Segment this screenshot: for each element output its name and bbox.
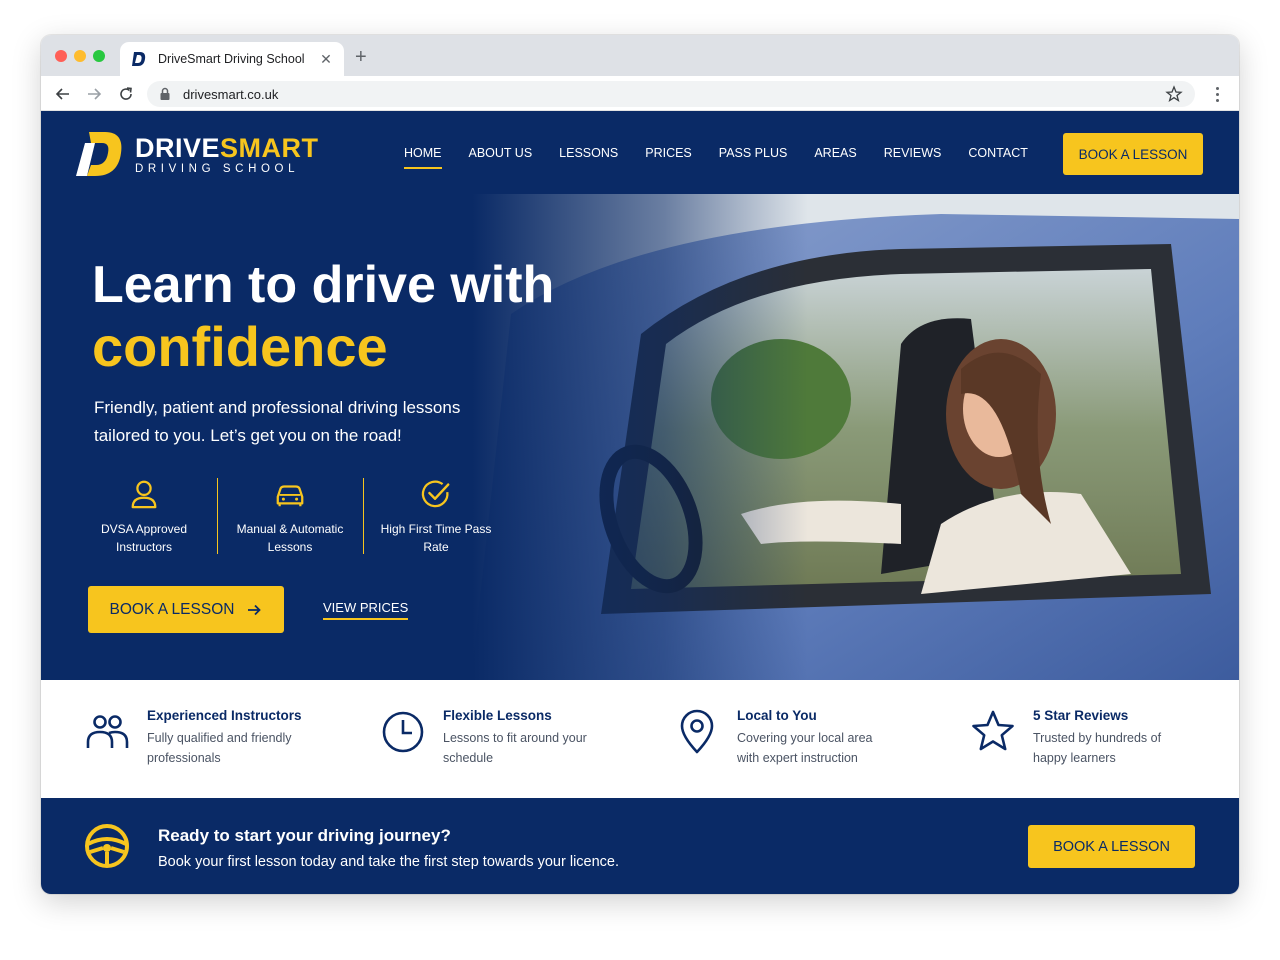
tab-bar: DriveSmart Driving School ✕ + [41,35,1239,76]
bookmark-star-icon[interactable] [1165,85,1183,103]
benefit-5-star-reviews: 5 Star Reviews Trusted by hundreds of ha… [969,708,1183,768]
nav-item-home[interactable]: HOME [404,146,442,169]
hero-book-lesson-label: BOOK A LESSON [109,600,235,618]
hero-headline-accent: confidence [92,315,388,378]
logo-subtitle: DRIVING SCHOOL [135,162,300,175]
tab-close-icon[interactable]: ✕ [318,51,334,68]
nav-item-prices[interactable]: PRICES [645,146,692,160]
benefit-desc: Lessons to fit around your schedule [443,731,587,765]
benefits-strip: Experienced Instructors Fully qualified … [41,680,1239,798]
tab-title: DriveSmart Driving School [158,52,305,66]
feature-dvsa: DVSA Approved Instructors [71,478,217,556]
browser-window: DriveSmart Driving School ✕ + drivesmart… [41,35,1239,894]
cta-band-subtitle: Book your first lesson today and take th… [158,854,620,870]
hero-book-lesson-button[interactable]: BOOK A LESSON [88,586,284,633]
benefit-local-to-you: Local to You Covering your local area wi… [673,708,887,768]
benefit-title: Local to You [737,708,817,723]
view-prices-link[interactable]: VIEW PRICES [323,600,409,620]
browser-tab[interactable]: DriveSmart Driving School ✕ [120,42,344,76]
people-icon [86,715,129,748]
hero-headline: Learn to drive with [92,256,555,314]
logo-name: DRIVESMART [135,132,319,163]
close-window-button[interactable] [55,50,67,62]
benefit-title: Flexible Lessons [443,708,552,723]
logo[interactable]: DRIVESMART DRIVING SCHOOL [75,131,319,177]
feature-label: Manual & Automatic Lessons [236,522,344,554]
location-pin-icon [680,709,714,754]
benefit-flexible-lessons: Flexible Lessons Lessons to fit around y… [379,708,593,768]
clock-icon [382,711,424,753]
feature-pass-rate: High First Time Pass Rate [363,478,509,556]
steering-wheel-icon [85,824,129,868]
benefit-title: Experienced Instructors [147,708,302,723]
reload-icon[interactable] [116,84,136,104]
website: DRIVESMART DRIVING SCHOOL HOME ABOUT US … [41,111,1239,894]
header-book-lesson-button[interactable]: BOOK A LESSON [1063,133,1203,175]
nav-item-about-us[interactable]: ABOUT US [469,146,533,160]
url-text: drivesmart.co.uk [183,86,279,102]
back-arrow-icon[interactable] [53,84,73,104]
arrow-right-icon [248,604,262,615]
maximize-window-button[interactable] [93,50,105,62]
nav-item-areas[interactable]: AREAS [814,146,856,160]
hero-features: DVSA Approved Instructors Manual & Autom… [71,478,509,556]
star-icon [972,710,1014,751]
site-header: DRIVESMART DRIVING SCHOOL HOME ABOUT US … [41,111,1239,194]
cta-band: Ready to start your driving journey? Boo… [41,798,1239,894]
person-icon [131,480,157,509]
address-bar: drivesmart.co.uk [41,76,1239,111]
hero-subheading: Friendly, patient and professional drivi… [94,398,461,445]
benefit-title: 5 Star Reviews [1033,708,1129,723]
new-tab-icon[interactable]: + [355,47,367,67]
nav-item-reviews[interactable]: REVIEWS [884,146,942,160]
benefit-desc: Covering your local area with expert ins… [737,731,873,765]
nav-item-lessons[interactable]: LESSONS [559,146,618,160]
feature-manual-automatic: Manual & Automatic Lessons [217,478,363,556]
browser-menu-icon[interactable] [1207,84,1227,104]
cta-band-title: Ready to start your driving journey? [158,826,451,845]
nav-item-pass-plus[interactable]: PASS PLUS [719,146,788,160]
minimize-window-button[interactable] [74,50,86,62]
lock-icon [159,87,173,101]
check-circle-icon [421,480,450,508]
url-field[interactable]: drivesmart.co.uk [147,81,1195,107]
hero-section: Learn to drive with confidence Friendly,… [41,194,1239,680]
nav-item-contact[interactable]: CONTACT [968,146,1028,160]
benefit-desc: Trusted by hundreds of happy learners [1033,731,1162,765]
forward-arrow-icon[interactable] [84,84,104,104]
benefit-desc: Fully qualified and friendly professiona… [147,731,292,765]
logo-mark-icon [76,132,122,176]
feature-label: DVSA Approved Instructors [100,522,188,554]
benefit-experienced-instructors: Experienced Instructors Fully qualified … [83,708,302,768]
cta-band-book-lesson-button[interactable]: BOOK A LESSON [1028,825,1195,868]
feature-label: High First Time Pass Rate [380,522,492,554]
car-icon [276,485,304,507]
main-nav: HOME ABOUT US LESSONS PRICES PASS PLUS A… [404,111,1055,194]
favicon-icon [130,50,148,68]
